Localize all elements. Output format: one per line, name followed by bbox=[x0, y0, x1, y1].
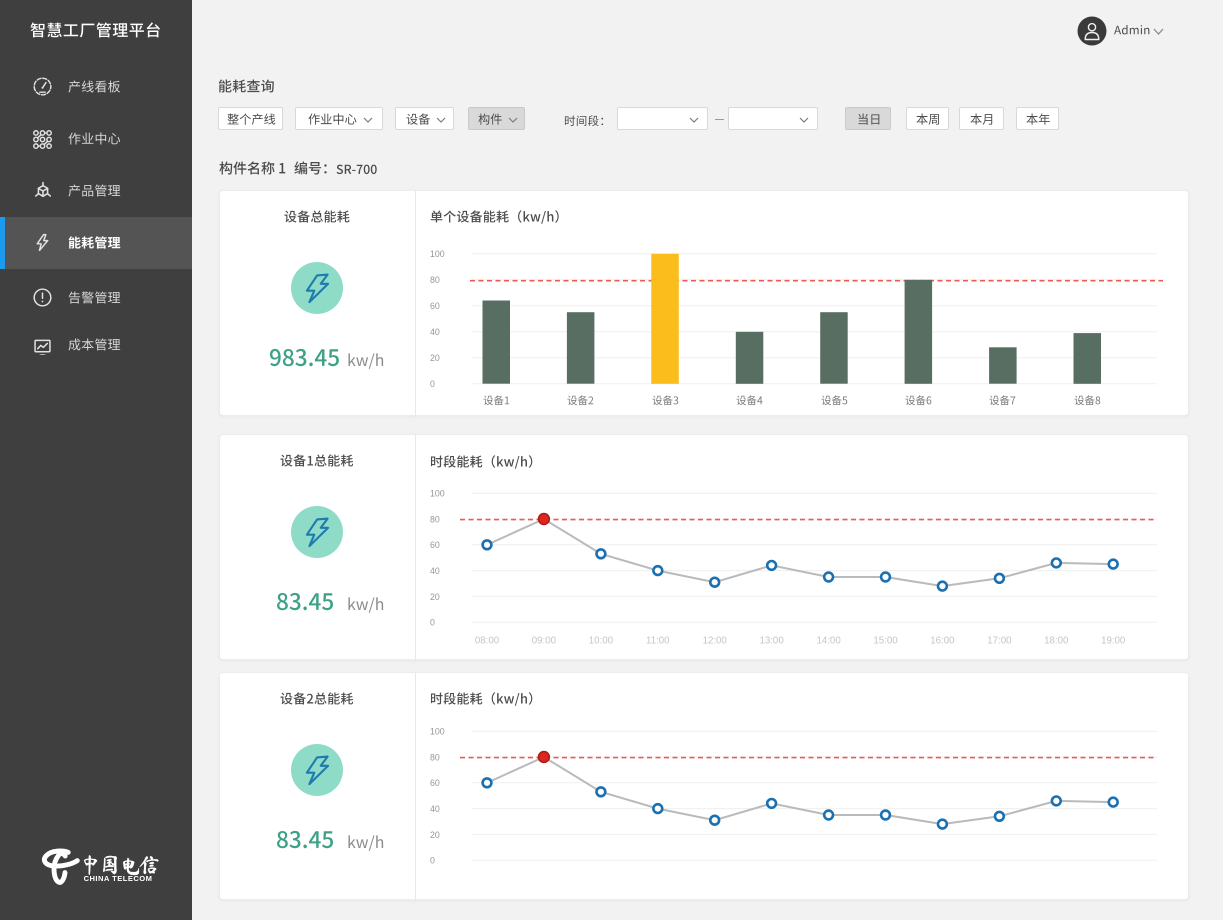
svg-text:20: 20 bbox=[430, 353, 440, 363]
svg-text:20: 20 bbox=[430, 830, 440, 840]
svg-text:60: 60 bbox=[430, 778, 440, 788]
svg-text:0: 0 bbox=[430, 379, 435, 389]
svg-text:19:00: 19:00 bbox=[1101, 635, 1126, 646]
svg-text:20: 20 bbox=[430, 592, 440, 602]
svg-text:100: 100 bbox=[430, 249, 445, 259]
svg-text:60: 60 bbox=[430, 301, 440, 311]
svg-text:0: 0 bbox=[430, 856, 435, 866]
svg-text:100: 100 bbox=[430, 727, 445, 737]
svg-text:18:00: 18:00 bbox=[1044, 635, 1069, 646]
svg-text:15:00: 15:00 bbox=[873, 635, 898, 646]
svg-text:40: 40 bbox=[430, 804, 440, 814]
svg-text:80: 80 bbox=[430, 275, 440, 285]
svg-text:80: 80 bbox=[430, 514, 440, 524]
svg-text:40: 40 bbox=[430, 566, 440, 576]
svg-text:60: 60 bbox=[430, 540, 440, 550]
svg-text:40: 40 bbox=[430, 327, 440, 337]
svg-text:100: 100 bbox=[430, 489, 445, 499]
svg-text:12:00: 12:00 bbox=[703, 635, 728, 646]
svg-text:0: 0 bbox=[430, 618, 435, 628]
svg-text:08:00: 08:00 bbox=[475, 635, 500, 646]
svg-text:10:00: 10:00 bbox=[589, 635, 614, 646]
svg-text:09:00: 09:00 bbox=[532, 635, 557, 646]
svg-text:11:00: 11:00 bbox=[646, 635, 670, 646]
svg-text:16:00: 16:00 bbox=[930, 635, 955, 646]
svg-text:13:00: 13:00 bbox=[759, 635, 784, 646]
svg-text:17:00: 17:00 bbox=[987, 635, 1012, 646]
svg-text:80: 80 bbox=[430, 752, 440, 762]
svg-text:14:00: 14:00 bbox=[816, 635, 841, 646]
